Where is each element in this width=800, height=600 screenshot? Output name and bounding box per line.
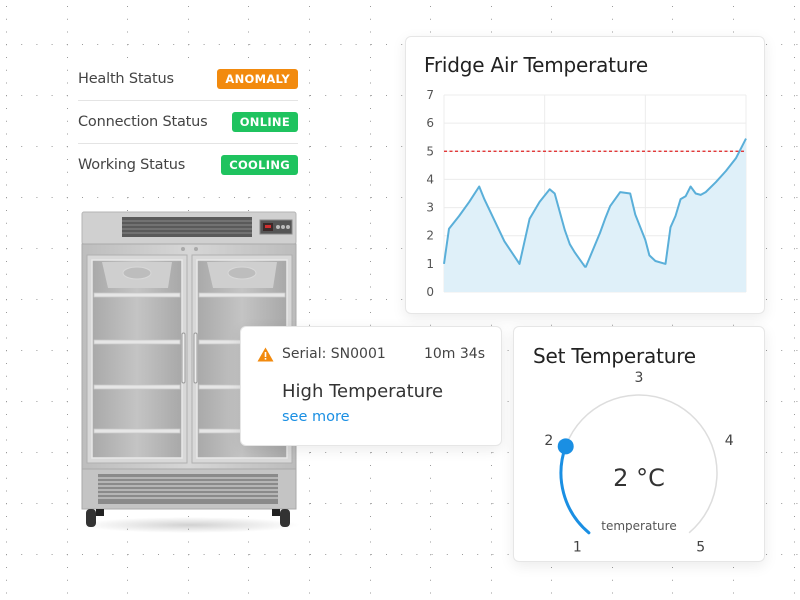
alert-title: High Temperature: [282, 381, 444, 402]
alert-elapsed-time: 10m 34s: [423, 346, 485, 362]
dial-tick-label: 2: [544, 433, 553, 449]
alert-serial: Serial: SN0001: [282, 346, 386, 362]
see-more-link[interactable]: see more: [282, 409, 350, 425]
fridge-air-temperature-card: 0 1 2 3 4 5 6 7 Fridge Air Temperature: [405, 36, 765, 314]
connection-status-label: Connection Status: [78, 114, 208, 130]
dial-tick-label: 4: [725, 433, 734, 449]
temperature-chart: 0 1 2 3 4 5 6 7: [426, 88, 747, 299]
health-status-row: Health Status ANOMALY: [78, 58, 298, 101]
y-tick-label: 6: [426, 116, 434, 130]
dial-title: Set Temperature: [533, 344, 696, 368]
dial-tick-label: 3: [635, 370, 644, 386]
y-tick-label: 3: [426, 201, 434, 215]
dial-progress: [559, 444, 591, 535]
health-status-badge: ANOMALY: [217, 69, 298, 89]
connection-status-badge: ONLINE: [231, 112, 298, 132]
temperature-area: [444, 138, 746, 292]
set-temperature-card: 1 2 3 4 5 2 °C temperature Set Temperature: [513, 326, 765, 562]
dial-tick-label: 1: [573, 540, 582, 556]
y-tick-label: 5: [426, 144, 434, 158]
dial-handle[interactable]: [557, 438, 574, 455]
y-tick-label: 1: [426, 257, 434, 271]
dial-tick-label: 5: [696, 540, 705, 556]
health-status-label: Health Status: [78, 71, 174, 87]
warning-icon: [257, 347, 274, 361]
alert-header: Serial: SN0001 10m 34s: [257, 346, 485, 362]
working-status-badge: COOLING: [221, 155, 298, 175]
dial-caption: temperature: [601, 519, 676, 533]
chart-title: Fridge Air Temperature: [424, 53, 648, 77]
y-tick-label: 2: [426, 229, 434, 243]
working-status-row: Working Status COOLING: [78, 144, 298, 186]
y-tick-label: 7: [426, 88, 434, 102]
working-status-label: Working Status: [78, 157, 186, 173]
dial-value: 2 °C: [613, 464, 665, 492]
status-list: Health Status ANOMALY Connection Status …: [78, 58, 298, 186]
alert-card[interactable]: Serial: SN0001 10m 34s High Temperature …: [240, 326, 502, 446]
y-tick-label: 4: [426, 172, 434, 186]
connection-status-row: Connection Status ONLINE: [78, 101, 298, 144]
y-tick-label: 0: [426, 285, 434, 299]
